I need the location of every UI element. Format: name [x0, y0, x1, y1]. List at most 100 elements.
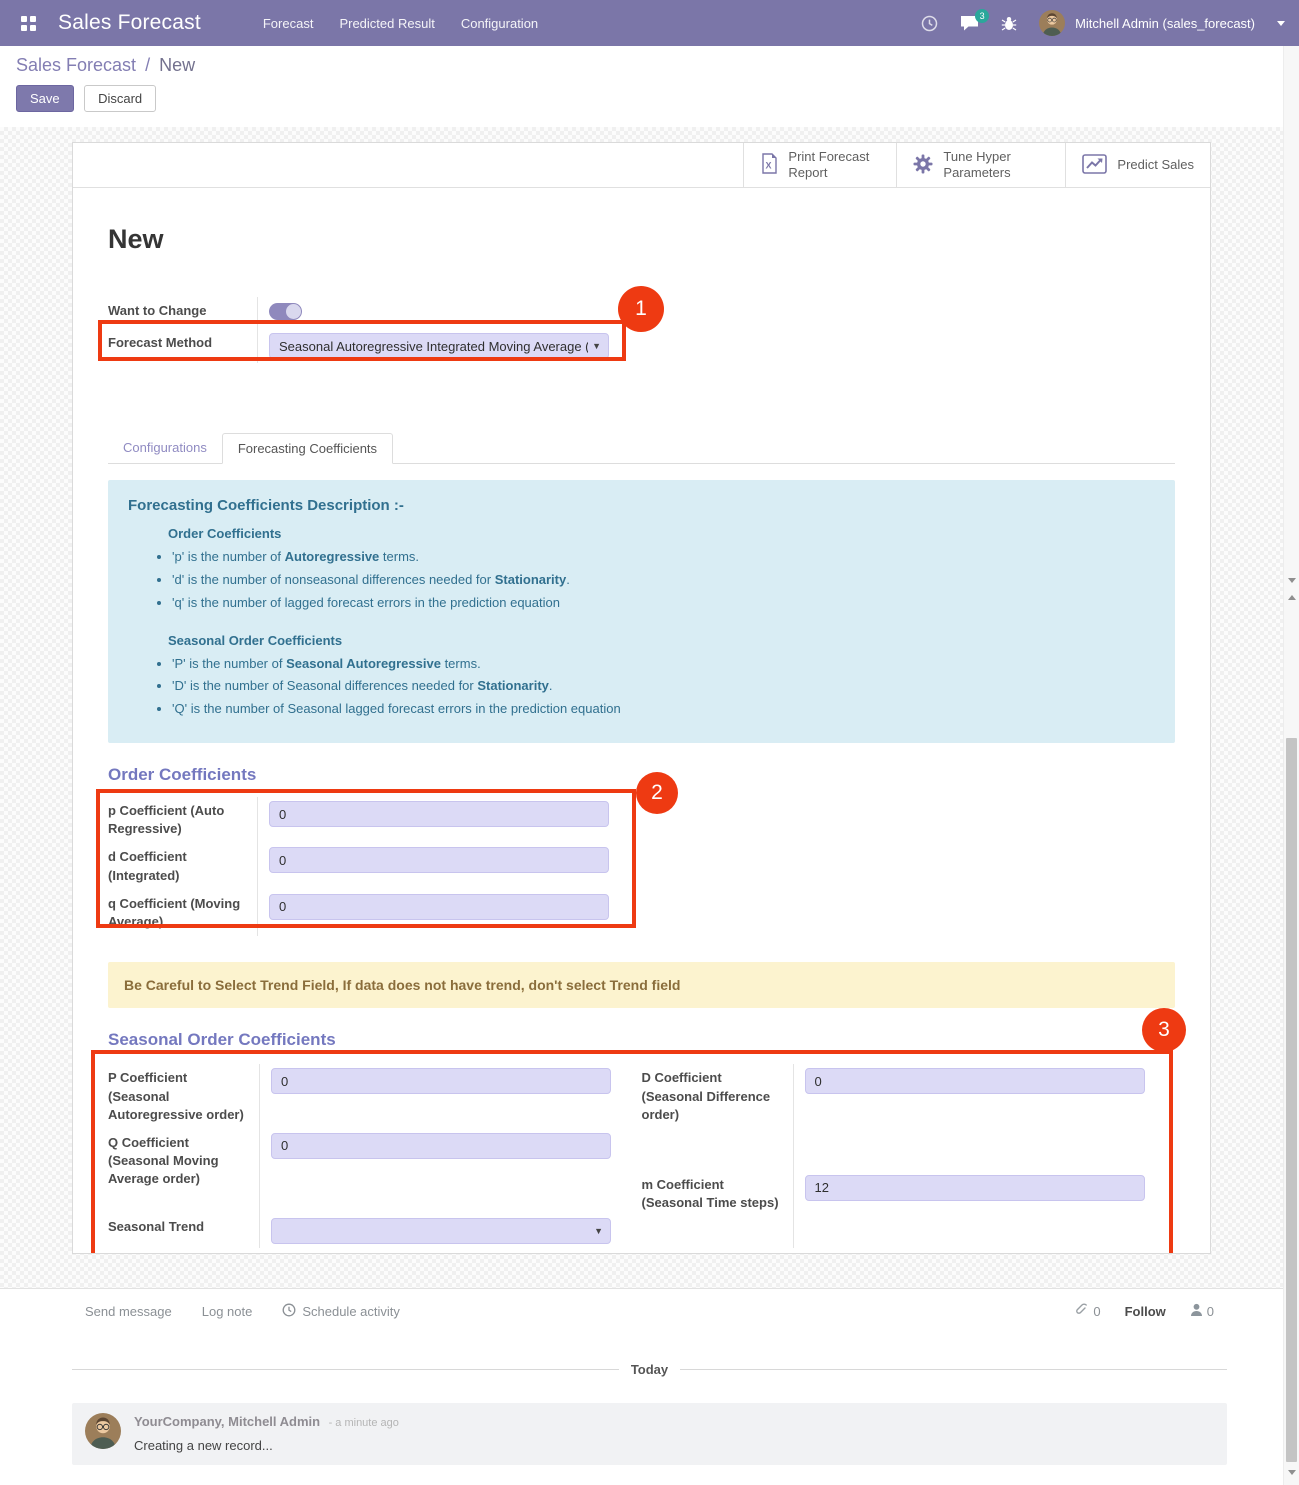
debug-bug-icon[interactable] — [1001, 15, 1017, 31]
statusbar: X Print Forecast Report Tune Hyper Param… — [73, 143, 1210, 188]
D-coefficient-input[interactable] — [805, 1068, 1145, 1094]
breadcrumb-current: New — [159, 55, 195, 75]
seasonal-coefficients-subheading: Seasonal Order Coefficients — [168, 633, 1155, 648]
attachment-button[interactable]: 0 — [1074, 1302, 1100, 1320]
message-author: YourCompany, Mitchell Admin — [134, 1414, 320, 1429]
attachment-count: 0 — [1093, 1304, 1100, 1319]
activities-clock-icon[interactable] — [921, 15, 938, 32]
top-navbar: Sales Forecast Forecast Predicted Result… — [0, 0, 1299, 46]
select-arrow-icon: ▼ — [594, 1226, 603, 1236]
menu-forecast[interactable]: Forecast — [263, 16, 314, 31]
P-coefficient-input[interactable] — [271, 1068, 611, 1094]
tab-forecasting-coefficients[interactable]: Forecasting Coefficients — [222, 433, 393, 464]
breadcrumb: Sales Forecast / New — [16, 55, 1283, 76]
discard-button[interactable]: Discard — [84, 85, 156, 112]
form-background: X Print Forecast Report Tune Hyper Param… — [0, 127, 1299, 1288]
sales-forecast-app: Sales Forecast Forecast Predicted Result… — [0, 0, 1299, 1485]
order-coefficients-subheading: Order Coefficients — [168, 526, 1155, 541]
main-menu: Forecast Predicted Result Configuration — [263, 16, 538, 31]
forecast-method-select[interactable]: Seasonal Autoregressive Integrated Movin… — [269, 333, 609, 359]
description-title: Forecasting Coefficients Description :- — [128, 497, 1155, 514]
predict-sales-button[interactable]: Predict Sales — [1065, 143, 1210, 187]
bullet-q: 'q' is the number of lagged forecast err… — [172, 594, 1155, 613]
follow-button[interactable]: Follow — [1125, 1304, 1166, 1319]
tab-configurations[interactable]: Configurations — [108, 433, 222, 463]
apps-menu-icon[interactable] — [14, 9, 42, 37]
chatter: Send message Log note Schedule activity … — [0, 1288, 1299, 1465]
navbar-systray: 3 Mitchell Admin (sales_forecast) — [921, 10, 1285, 36]
user-menu[interactable]: Mitchell Admin (sales_forecast) — [1075, 16, 1255, 31]
follower-count: 0 — [1207, 1304, 1214, 1319]
forecast-method-group: Want to Change Forecast Method Seasonal … — [108, 297, 609, 363]
seasonal-coefficients-group: P Coefficient (Seasonal Autoregressive o… — [108, 1064, 1175, 1247]
P-coefficient-label: P Coefficient (Seasonal Autoregressive o… — [108, 1064, 260, 1129]
schedule-activity-button[interactable]: Schedule activity — [282, 1303, 400, 1320]
date-divider: Today — [85, 1361, 1214, 1377]
bullet-P: 'P' is the number of Seasonal Autoregres… — [172, 655, 1155, 674]
gear-icon — [913, 154, 933, 177]
select-arrow-icon: ▼ — [592, 341, 601, 351]
bullet-p: 'p' is the number of Autoregressive term… — [172, 548, 1155, 567]
tune-hyper-parameters-button[interactable]: Tune Hyper Parameters — [896, 143, 1051, 187]
chart-line-icon — [1082, 154, 1107, 177]
m-coefficient-label: m Coefficient (Seasonal Time steps) — [642, 1171, 794, 1248]
menu-configuration[interactable]: Configuration — [461, 16, 538, 31]
seasonal-trend-label: Seasonal Trend — [108, 1194, 260, 1248]
forecast-method-label: Forecast Method — [108, 329, 258, 363]
form-sheet: X Print Forecast Report Tune Hyper Param… — [72, 142, 1211, 1254]
D-coefficient-label: D Coefficient (Seasonal Difference order… — [642, 1064, 794, 1171]
order-coefficients-heading: Order Coefficients — [108, 765, 1175, 785]
m-coefficient-input[interactable] — [805, 1175, 1145, 1201]
d-coefficient-input[interactable] — [269, 847, 609, 873]
order-bullets: 'p' is the number of Autoregressive term… — [172, 548, 1155, 613]
seasonal-trend-select[interactable]: ▼ — [271, 1218, 611, 1244]
print-forecast-report-button[interactable]: X Print Forecast Report — [743, 143, 896, 187]
notebook-tabs: Configurations Forecasting Coefficients — [108, 433, 1175, 464]
log-note-button[interactable]: Log note — [202, 1304, 253, 1319]
coefficients-description-box: Forecasting Coefficients Description :- … — [108, 480, 1175, 743]
breadcrumb-separator: / — [145, 55, 150, 75]
user-avatar[interactable] — [1039, 10, 1065, 36]
clock-icon — [282, 1303, 296, 1320]
p-coefficient-input[interactable] — [269, 801, 609, 827]
record-title: New — [108, 224, 1175, 255]
app-title: Sales Forecast — [58, 11, 201, 35]
q-coefficient-label: q Coefficient (Moving Average) — [108, 890, 258, 936]
control-panel: Sales Forecast / New Save Discard — [0, 46, 1299, 127]
trend-warning-box: Be Careful to Select Trend Field, If dat… — [108, 962, 1175, 1008]
d-coefficient-label: d Coefficient (Integrated) — [108, 843, 258, 889]
messages-icon[interactable]: 3 — [960, 15, 979, 31]
bullet-D: 'D' is the number of Seasonal difference… — [172, 677, 1155, 696]
message-timestamp: - a minute ago — [329, 1417, 399, 1429]
scroll-up-icon[interactable] — [1288, 595, 1296, 600]
scroll-down-bottom-icon[interactable] — [1288, 1470, 1296, 1475]
send-message-button[interactable]: Send message — [85, 1304, 172, 1319]
p-coefficient-label: p Coefficient (Auto Regressive) — [108, 797, 258, 843]
person-icon — [1190, 1303, 1203, 1319]
annotation-badge-1: 1 — [618, 286, 664, 332]
vertical-scrollbar[interactable] — [1283, 46, 1299, 1485]
Q-coefficient-label: Q Coefficient (Seasonal Moving Average o… — [108, 1129, 260, 1194]
seasonal-bullets: 'P' is the number of Seasonal Autoregres… — [172, 655, 1155, 720]
scroll-down-icon[interactable] — [1288, 578, 1296, 583]
save-button[interactable]: Save — [16, 85, 74, 112]
svg-text:X: X — [766, 161, 772, 171]
Q-coefficient-input[interactable] — [271, 1133, 611, 1159]
paperclip-icon — [1074, 1302, 1089, 1320]
breadcrumb-sales-forecast[interactable]: Sales Forecast — [16, 55, 136, 75]
scrollbar-thumb[interactable] — [1286, 738, 1297, 1462]
message-body: Creating a new record... — [134, 1438, 399, 1453]
menu-predicted-result[interactable]: Predicted Result — [339, 16, 434, 31]
bullet-Q: 'Q' is the number of Seasonal lagged for… — [172, 700, 1155, 719]
q-coefficient-input[interactable] — [269, 894, 609, 920]
followers-button[interactable]: 0 — [1190, 1303, 1214, 1319]
xlsx-file-icon: X — [760, 153, 778, 177]
order-coefficients-group: p Coefficient (Auto Regressive) d Coeffi… — [108, 797, 609, 936]
chatter-message: YourCompany, Mitchell Admin - a minute a… — [72, 1403, 1227, 1465]
want-to-change-toggle[interactable] — [269, 303, 302, 320]
want-to-change-label: Want to Change — [108, 297, 258, 329]
bullet-d: 'd' is the number of nonseasonal differe… — [172, 571, 1155, 590]
message-count-badge: 3 — [975, 9, 989, 23]
message-avatar — [85, 1413, 121, 1449]
seasonal-order-coefficients-heading: Seasonal Order Coefficients — [108, 1030, 1175, 1050]
